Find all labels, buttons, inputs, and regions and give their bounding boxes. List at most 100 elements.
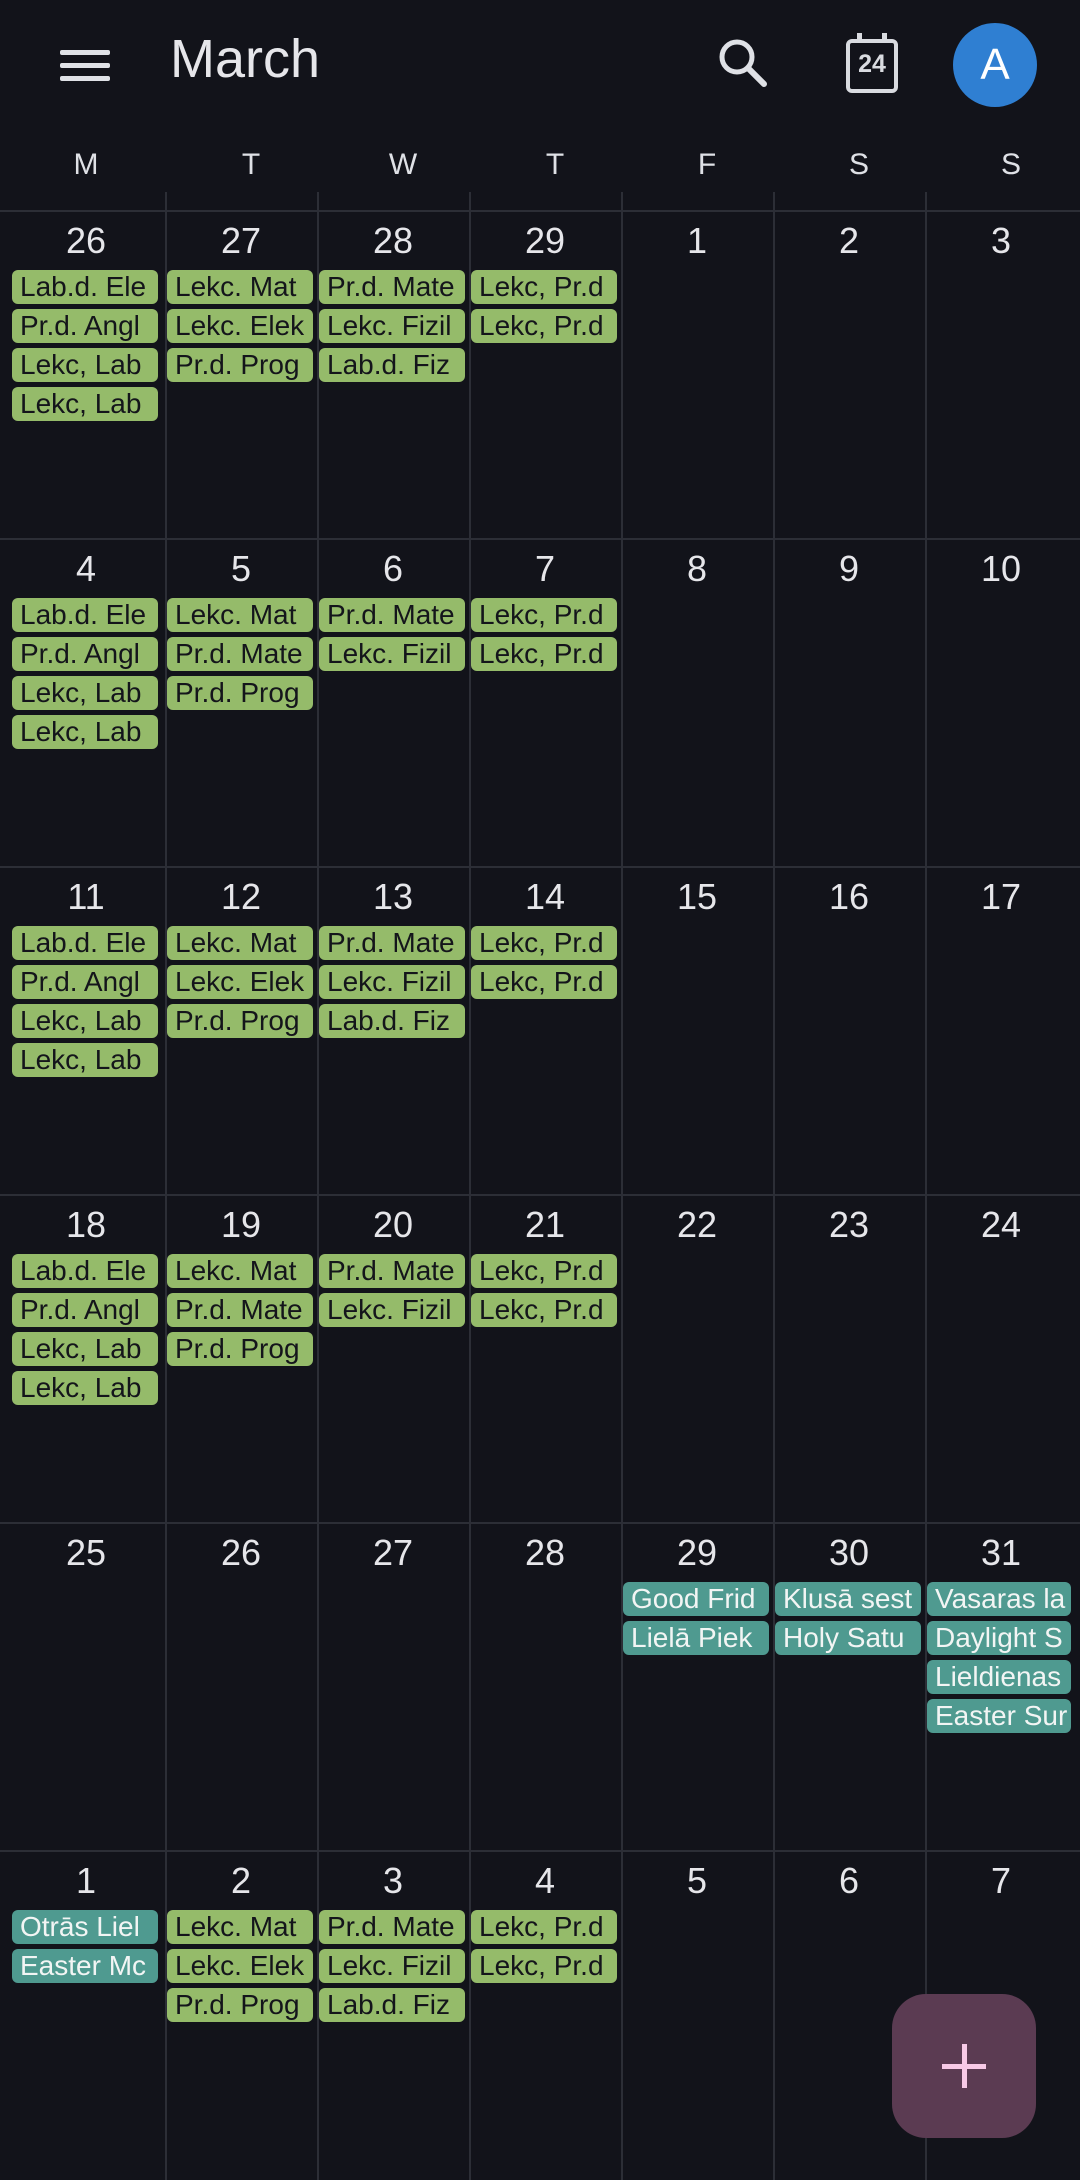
calendar-today-icon[interactable]: 24: [838, 30, 904, 96]
search-icon[interactable]: [710, 30, 776, 96]
day-number[interactable]: 6: [773, 1860, 925, 1902]
day-number[interactable]: 3: [317, 1860, 469, 1902]
day-number[interactable]: 5: [165, 548, 317, 590]
day-number[interactable]: 7: [925, 1860, 1077, 1902]
event-chip[interactable]: Lekc, Lab: [12, 715, 158, 749]
day-number[interactable]: 8: [621, 548, 773, 590]
day-number[interactable]: 5: [621, 1860, 773, 1902]
event-chip[interactable]: Pr.d. Angl: [12, 637, 158, 671]
day-number[interactable]: 13: [317, 876, 469, 918]
day-number[interactable]: 17: [925, 876, 1077, 918]
event-chip[interactable]: Lekc. Elek: [167, 309, 313, 343]
day-number[interactable]: 26: [10, 220, 162, 262]
event-chip[interactable]: Pr.d. Mate: [319, 1910, 465, 1944]
event-chip[interactable]: Lekc, Pr.d: [471, 1254, 617, 1288]
event-chip[interactable]: Lab.d. Ele: [12, 270, 158, 304]
event-chip[interactable]: Lab.d. Ele: [12, 598, 158, 632]
event-chip[interactable]: Lekc, Pr.d: [471, 965, 617, 999]
event-chip[interactable]: Lab.d. Fiz: [319, 1004, 465, 1038]
event-chip[interactable]: Pr.d. Mate: [319, 598, 465, 632]
day-number[interactable]: 20: [317, 1204, 469, 1246]
day-number[interactable]: 3: [925, 220, 1077, 262]
event-chip[interactable]: Pr.d. Angl: [12, 1293, 158, 1327]
month-title[interactable]: March: [170, 28, 320, 90]
event-chip[interactable]: Pr.d. Mate: [319, 926, 465, 960]
event-chip[interactable]: Pr.d. Prog: [167, 676, 313, 710]
day-number[interactable]: 2: [773, 220, 925, 262]
day-number[interactable]: 28: [317, 220, 469, 262]
event-chip[interactable]: Lekc. Mat: [167, 1254, 313, 1288]
event-chip[interactable]: Lekc, Lab: [12, 676, 158, 710]
event-chip[interactable]: Pr.d. Mate: [319, 270, 465, 304]
event-chip[interactable]: Pr.d. Mate: [319, 1254, 465, 1288]
event-chip[interactable]: Lekc. Fizil: [319, 965, 465, 999]
event-chip[interactable]: Daylight S: [927, 1621, 1071, 1655]
event-chip[interactable]: Lekc. Fizil: [319, 1293, 465, 1327]
event-chip[interactable]: Lekc, Lab: [12, 348, 158, 382]
day-number[interactable]: 4: [469, 1860, 621, 1902]
create-event-button[interactable]: [892, 1994, 1036, 2138]
event-chip[interactable]: Lekc, Pr.d: [471, 1293, 617, 1327]
event-chip[interactable]: Lekc, Pr.d: [471, 1910, 617, 1944]
event-chip[interactable]: Klusā sest: [775, 1582, 921, 1616]
day-number[interactable]: 24: [925, 1204, 1077, 1246]
day-number[interactable]: 16: [773, 876, 925, 918]
event-chip[interactable]: Lekc, Pr.d: [471, 309, 617, 343]
event-chip[interactable]: Lab.d. Ele: [12, 1254, 158, 1288]
day-number[interactable]: 1: [621, 220, 773, 262]
day-number[interactable]: 29: [469, 220, 621, 262]
day-number[interactable]: 6: [317, 548, 469, 590]
day-number[interactable]: 11: [10, 876, 162, 918]
day-number[interactable]: 22: [621, 1204, 773, 1246]
day-number[interactable]: 2: [165, 1860, 317, 1902]
event-chip[interactable]: Lekc. Fizil: [319, 637, 465, 671]
day-number[interactable]: 10: [925, 548, 1077, 590]
event-chip[interactable]: Lekc. Mat: [167, 1910, 313, 1944]
event-chip[interactable]: Lekc. Elek: [167, 965, 313, 999]
day-number[interactable]: 27: [317, 1532, 469, 1574]
event-chip[interactable]: Pr.d. Prog: [167, 1332, 313, 1366]
day-number[interactable]: 21: [469, 1204, 621, 1246]
day-number[interactable]: 1: [10, 1860, 162, 1902]
event-chip[interactable]: Holy Satu: [775, 1621, 921, 1655]
day-number[interactable]: 15: [621, 876, 773, 918]
day-number[interactable]: 28: [469, 1532, 621, 1574]
event-chip[interactable]: Lekc, Lab: [12, 387, 158, 421]
event-chip[interactable]: Easter Mc: [12, 1949, 158, 1983]
event-chip[interactable]: Good Frid: [623, 1582, 769, 1616]
day-number[interactable]: 9: [773, 548, 925, 590]
event-chip[interactable]: Lielā Piek: [623, 1621, 769, 1655]
event-chip[interactable]: Lekc. Mat: [167, 926, 313, 960]
event-chip[interactable]: Vasaras la: [927, 1582, 1071, 1616]
event-chip[interactable]: Lekc. Fizil: [319, 1949, 465, 1983]
day-number[interactable]: 12: [165, 876, 317, 918]
event-chip[interactable]: Lab.d. Ele: [12, 926, 158, 960]
day-number[interactable]: 31: [925, 1532, 1077, 1574]
avatar[interactable]: A: [953, 23, 1037, 107]
event-chip[interactable]: Pr.d. Angl: [12, 965, 158, 999]
event-chip[interactable]: Pr.d. Angl: [12, 309, 158, 343]
event-chip[interactable]: Lekc, Lab: [12, 1004, 158, 1038]
event-chip[interactable]: Lekc, Pr.d: [471, 1949, 617, 1983]
day-number[interactable]: 4: [10, 548, 162, 590]
event-chip[interactable]: Pr.d. Mate: [167, 637, 313, 671]
day-number[interactable]: 27: [165, 220, 317, 262]
event-chip[interactable]: Lieldienas: [927, 1660, 1071, 1694]
event-chip[interactable]: Easter Sur: [927, 1699, 1071, 1733]
day-number[interactable]: 26: [165, 1532, 317, 1574]
event-chip[interactable]: Pr.d. Prog: [167, 1988, 313, 2022]
event-chip[interactable]: Pr.d. Prog: [167, 1004, 313, 1038]
day-number[interactable]: 18: [10, 1204, 162, 1246]
day-number[interactable]: 29: [621, 1532, 773, 1574]
event-chip[interactable]: Lekc, Lab: [12, 1043, 158, 1077]
event-chip[interactable]: Lab.d. Fiz: [319, 1988, 465, 2022]
day-number[interactable]: 19: [165, 1204, 317, 1246]
event-chip[interactable]: Lekc. Mat: [167, 270, 313, 304]
event-chip[interactable]: Pr.d. Mate: [167, 1293, 313, 1327]
event-chip[interactable]: Otrās Liel: [12, 1910, 158, 1944]
event-chip[interactable]: Lab.d. Fiz: [319, 348, 465, 382]
event-chip[interactable]: Lekc, Pr.d: [471, 637, 617, 671]
event-chip[interactable]: Pr.d. Prog: [167, 348, 313, 382]
event-chip[interactable]: Lekc, Pr.d: [471, 598, 617, 632]
event-chip[interactable]: Lekc, Lab: [12, 1332, 158, 1366]
